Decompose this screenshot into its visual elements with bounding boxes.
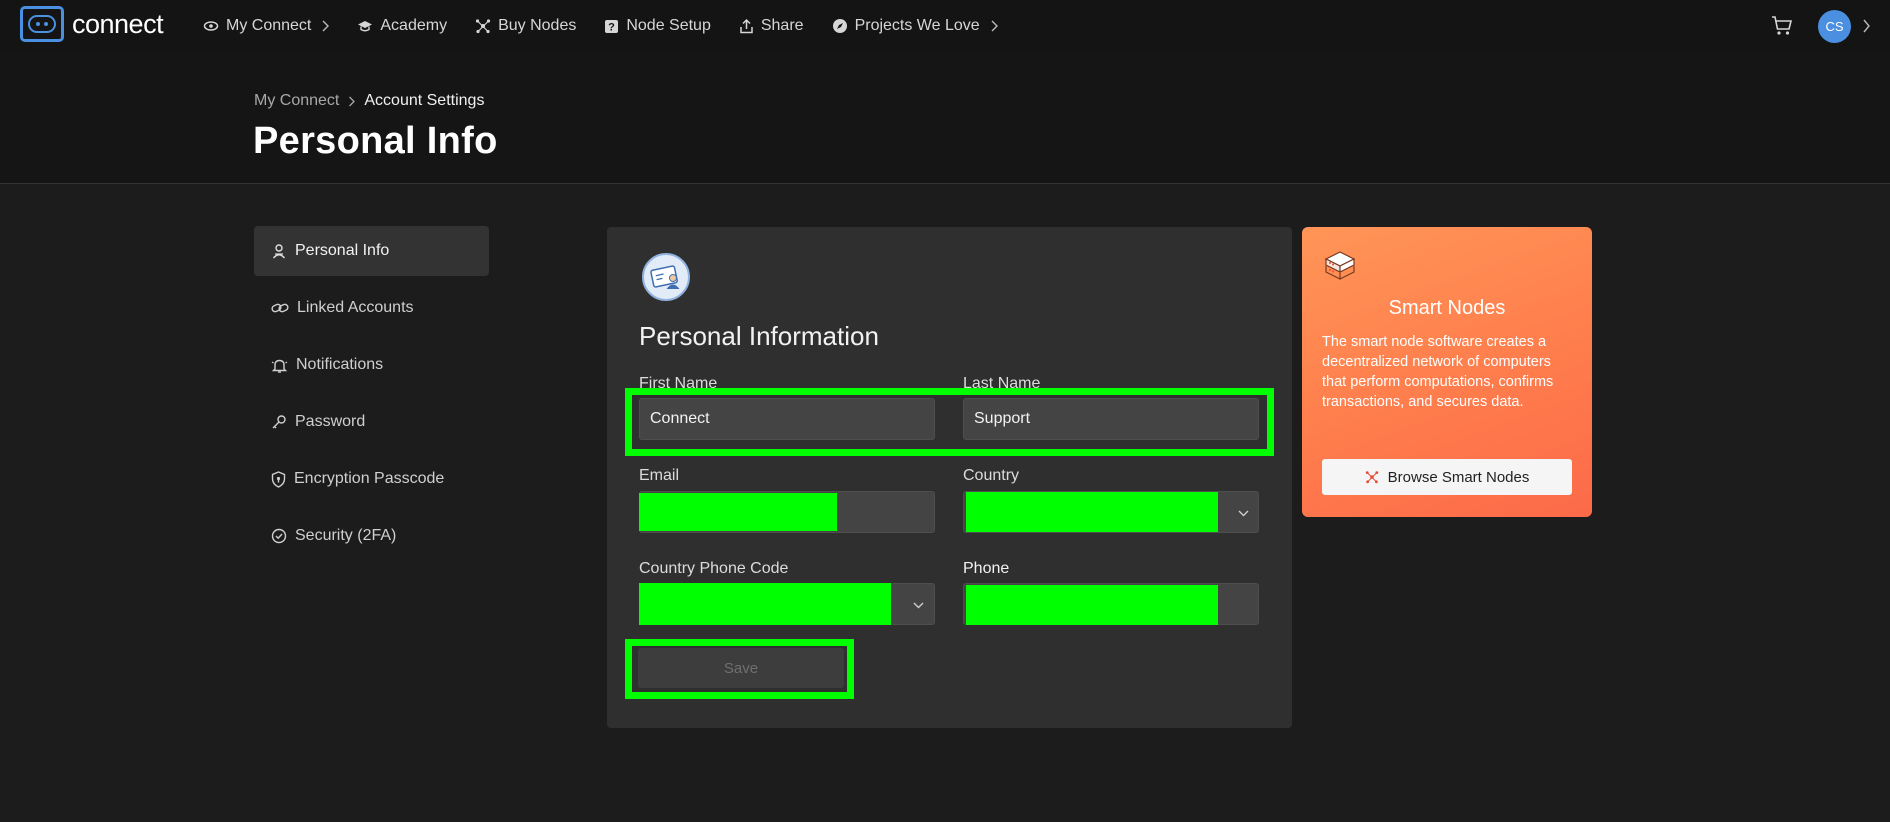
sidebar-item-label: Encryption Passcode: [294, 470, 445, 487]
phone-label: Phone: [963, 560, 1010, 577]
cart-icon: [1772, 16, 1793, 35]
graduation-cap-icon: [358, 21, 373, 32]
sidebar-item-label: Linked Accounts: [297, 299, 414, 316]
chevron-right-icon: [322, 20, 330, 32]
nav-item-label: Share: [760, 17, 804, 34]
person-icon: [272, 244, 286, 259]
sidebar-item-label: Security (2FA): [295, 527, 397, 544]
id-card-icon: [642, 253, 690, 301]
logo-icon: [20, 6, 64, 42]
nav-item-label: My Connect: [226, 17, 312, 34]
sidebar-item-label: Notifications: [296, 356, 384, 373]
country-redaction: [966, 492, 1218, 532]
chevron-right-icon: [991, 20, 998, 32]
name-fields-highlight: [625, 388, 1274, 456]
nodes-icon: [1365, 471, 1378, 484]
sidebar-item-security-2fa[interactable]: Security (2FA): [254, 511, 489, 561]
breadcrumb: My Connect Account Settings: [254, 92, 484, 110]
card-title: Personal Information: [639, 321, 879, 351]
nav-item-my-connect[interactable]: My Connect: [203, 17, 330, 35]
nav-item-label: Buy Nodes: [498, 17, 577, 34]
email-redaction: [639, 493, 837, 531]
smart-nodes-promo-card: Smart Nodes The smart node software crea…: [1302, 227, 1592, 517]
sidebar-item-encryption-passcode[interactable]: Encryption Passcode: [254, 454, 489, 504]
nav-item-share[interactable]: Share: [739, 17, 804, 35]
phone-redaction: [966, 585, 1218, 625]
breadcrumb-link-my-connect[interactable]: My Connect: [254, 92, 339, 110]
sidebar-item-linked-accounts[interactable]: Linked Accounts: [254, 283, 489, 333]
page-title: Personal Info: [253, 120, 498, 162]
compass-icon: [832, 19, 847, 33]
sidebar-item-password[interactable]: Password: [254, 397, 489, 447]
key-icon: [272, 415, 286, 429]
top-navigation-bar: connect My Connect Academy Buy Nodes ? N…: [0, 0, 1890, 52]
nav-item-node-setup[interactable]: ? Node Setup: [604, 17, 711, 35]
nav-item-academy[interactable]: Academy: [357, 17, 447, 35]
nav-item-buy-nodes[interactable]: Buy Nodes: [475, 17, 576, 35]
eye-icon: [203, 21, 219, 31]
share-icon: [740, 18, 753, 34]
check-circle-icon: [271, 528, 287, 544]
personal-information-card: Personal Information First Name Last Nam…: [607, 227, 1292, 728]
nav-item-label: Node Setup: [626, 17, 711, 34]
page-header: My Connect Account Settings Personal Inf…: [0, 52, 1890, 184]
save-button-highlight: [625, 639, 854, 699]
sidebar-item-personal-info[interactable]: Personal Info: [254, 226, 489, 276]
avatar[interactable]: CS: [1818, 10, 1851, 43]
browse-smart-nodes-button[interactable]: Browse Smart Nodes: [1322, 459, 1572, 495]
country-label: Country: [963, 467, 1020, 484]
country-phone-code-label: Country Phone Code: [639, 560, 789, 577]
bell-icon: [271, 359, 288, 373]
link-icon: [271, 303, 289, 313]
nodes-icon: [475, 19, 491, 34]
nav-item-label: Projects We Love: [854, 17, 980, 34]
shield-icon: [271, 470, 286, 488]
chevron-down-icon[interactable]: [908, 595, 928, 615]
nav-item-projects-we-love[interactable]: Projects We Love: [832, 17, 998, 35]
server-stack-icon: [1322, 249, 1358, 290]
sidebar-item-label: Personal Info: [295, 242, 390, 259]
breadcrumb-current: Account Settings: [364, 92, 485, 109]
help-square-icon: ?: [605, 19, 619, 33]
country-phone-code-redaction: [639, 583, 891, 625]
promo-description: The smart node software creates a decent…: [1322, 334, 1554, 410]
chevron-right-icon[interactable]: [1862, 19, 1870, 33]
cart-button[interactable]: [1771, 15, 1793, 42]
settings-sidebar: Personal Info Linked Accounts Notificati…: [254, 226, 489, 568]
logo-text: connect: [72, 8, 164, 39]
nav-item-label: Academy: [380, 17, 448, 34]
main-nav: My Connect Academy Buy Nodes ? Node Setu…: [203, 15, 1026, 37]
svg-text:?: ?: [608, 21, 615, 33]
sidebar-item-notifications[interactable]: Notifications: [254, 340, 489, 390]
sidebar-item-label: Password: [295, 413, 366, 430]
browse-smart-nodes-label: Browse Smart Nodes: [1387, 468, 1530, 486]
email-label: Email: [639, 467, 680, 484]
promo-title: Smart Nodes: [1388, 297, 1506, 319]
connect-logo[interactable]: connect: [20, 6, 164, 42]
chevron-down-icon[interactable]: [1233, 503, 1253, 523]
chevron-right-icon: [349, 96, 356, 106]
